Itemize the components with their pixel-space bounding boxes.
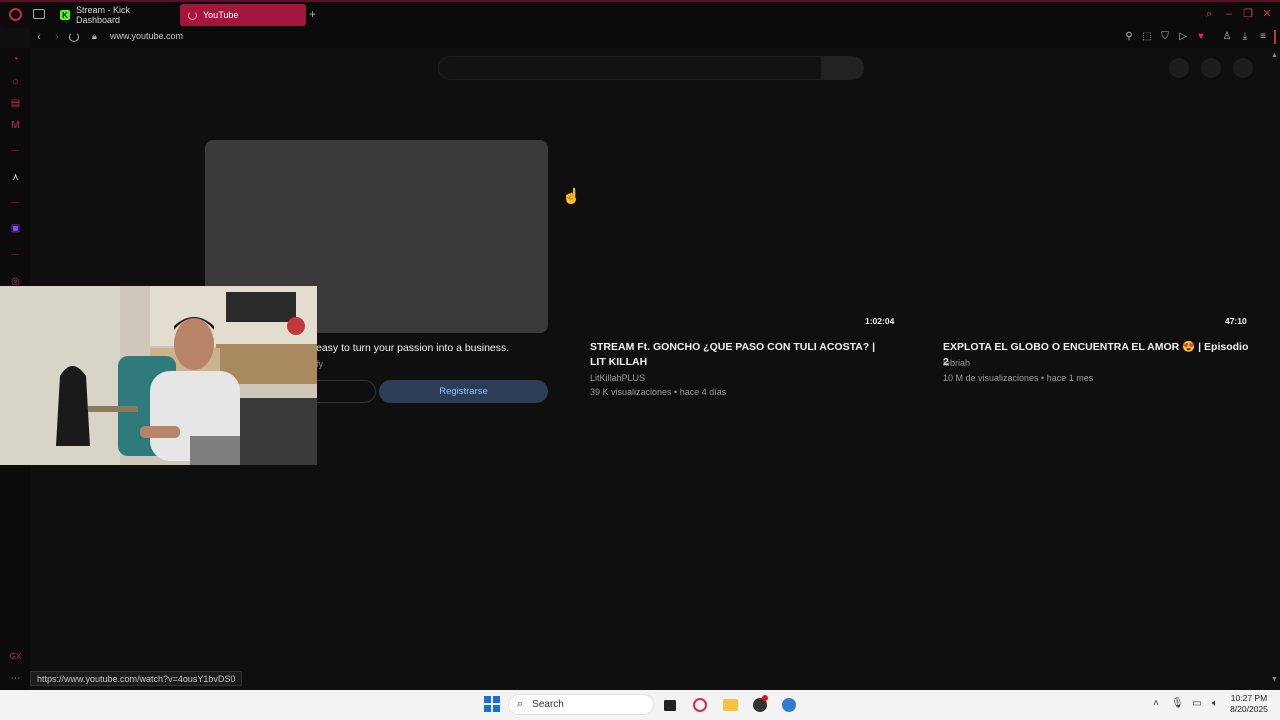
tab-youtube[interactable]: YouTube bbox=[180, 4, 306, 26]
profile-icon[interactable]: ♙ bbox=[1221, 30, 1233, 44]
restore-icon[interactable]: ❐ bbox=[1242, 8, 1254, 20]
url-field[interactable]: www.youtube.com bbox=[110, 31, 183, 41]
taskbar-search[interactable]: ⌕ Search bbox=[508, 694, 654, 715]
video-meta: 10 M de visualizaciones • hace 1 mes bbox=[943, 373, 1094, 383]
status-url-tooltip: https://www.youtube.com/watch?v=4ousY1bv… bbox=[30, 671, 243, 686]
video-title[interactable]: EXPLOTA EL GLOBO O ENCUENTRA EL AMOR 😍 |… bbox=[943, 340, 1253, 370]
opera-logo-icon[interactable] bbox=[9, 8, 22, 21]
video-title[interactable]: STREAM Ft. GONCHO ¿QUE PASO CON TULI ACO… bbox=[590, 340, 890, 370]
menu-icon[interactable]: ≡ bbox=[1257, 30, 1269, 44]
scroll-down-icon[interactable]: ▼ bbox=[1271, 676, 1278, 683]
aria-icon[interactable]: ◔ bbox=[9, 53, 22, 66]
windows-start-icon[interactable] bbox=[484, 696, 500, 712]
channel-name[interactable]: lebriah bbox=[943, 358, 970, 368]
messenger-icon[interactable]: ▤ bbox=[9, 97, 22, 110]
webcam-feed-image bbox=[0, 286, 317, 465]
taskbar-clock[interactable]: 10:27 PM 8/20/2025 bbox=[1226, 693, 1272, 715]
bag-icon[interactable]: ⌂ bbox=[9, 75, 22, 88]
volume-icon[interactable]: 🔈︎ bbox=[1209, 698, 1221, 709]
register-button[interactable]: Registrarse bbox=[379, 380, 548, 403]
hand-cursor-icon: ☝ bbox=[562, 188, 581, 205]
search-icon: ⌕ bbox=[517, 698, 524, 710]
tray-chevron-icon[interactable]: ˄ bbox=[1150, 698, 1162, 709]
reload-loading-icon[interactable] bbox=[69, 32, 79, 42]
tab-label: Stream - Kick Dashboard bbox=[75, 5, 130, 25]
avatar[interactable] bbox=[1233, 58, 1253, 78]
network-icon[interactable]: ▭ bbox=[1191, 698, 1203, 709]
sidebar-separator bbox=[11, 254, 19, 255]
create-icon[interactable] bbox=[1169, 58, 1189, 78]
tab-label: YouTube bbox=[203, 10, 239, 20]
notifications-icon[interactable] bbox=[1201, 58, 1221, 78]
kick-sidebar-icon[interactable]: ⋏ bbox=[9, 171, 22, 184]
microphone-icon[interactable]: 🎙︎ bbox=[1171, 698, 1184, 709]
duration-badge: 1:02:04 bbox=[865, 316, 895, 326]
lock-icon[interactable]: 🔒︎ bbox=[92, 31, 97, 42]
app-icon[interactable] bbox=[781, 697, 797, 713]
back-icon[interactable]: ‹ bbox=[33, 30, 45, 44]
video-thumbnail[interactable] bbox=[590, 140, 896, 332]
video-meta: 39 K visualizaciones • hace 4 días bbox=[590, 387, 727, 397]
pin-icon[interactable]: ⚲ bbox=[1123, 30, 1135, 44]
more-icon[interactable]: ⋯ bbox=[9, 672, 22, 685]
sidebar-edge bbox=[1274, 30, 1276, 44]
loading-spinner-icon bbox=[188, 10, 197, 20]
new-tab-icon[interactable]: + bbox=[309, 8, 319, 20]
scrollbar[interactable]: ▲ ▼ bbox=[1268, 48, 1280, 690]
sidebar-separator bbox=[11, 202, 19, 203]
clock-time: 10:27 PM bbox=[1230, 693, 1268, 703]
close-icon[interactable]: ✕ bbox=[1261, 8, 1273, 20]
address-bar bbox=[30, 28, 1280, 48]
clock-date: 8/20/2025 bbox=[1230, 704, 1268, 714]
ad-sponsor: fy bbox=[316, 359, 324, 369]
taskbar-search-label: Search bbox=[532, 699, 564, 710]
gmail-icon[interactable]: M bbox=[9, 119, 22, 132]
sidebar-separator bbox=[11, 150, 19, 151]
channel-name[interactable]: LitKillahPLUS bbox=[590, 373, 645, 383]
youtube-search-input[interactable] bbox=[438, 56, 822, 80]
shield-icon[interactable]: ⛉ bbox=[1159, 30, 1171, 44]
play-icon[interactable]: ▷ bbox=[1177, 30, 1189, 44]
duration-badge: 47:10 bbox=[1225, 316, 1247, 326]
download-icon[interactable]: ⤓ bbox=[1239, 30, 1251, 44]
task-view-icon[interactable] bbox=[662, 697, 678, 713]
youtube-search-button[interactable] bbox=[822, 56, 864, 80]
search-tabs-icon[interactable]: ⌕ bbox=[1203, 8, 1215, 20]
forward-icon[interactable]: › bbox=[51, 30, 63, 44]
file-explorer-icon[interactable] bbox=[722, 697, 738, 713]
scroll-up-icon[interactable]: ▲ bbox=[1271, 52, 1278, 59]
gx-icon[interactable]: GX bbox=[9, 650, 22, 663]
kick-icon: K bbox=[60, 10, 70, 20]
snapshot-icon[interactable]: ⬚ bbox=[1141, 30, 1153, 44]
workspaces-icon[interactable] bbox=[33, 9, 45, 19]
opera-taskbar-icon[interactable] bbox=[692, 697, 708, 713]
tab-kick-dashboard[interactable]: K Stream - Kick Dashboard bbox=[52, 4, 176, 26]
heart-icon[interactable]: ♥ bbox=[1195, 30, 1207, 44]
notification-dot bbox=[762, 695, 768, 701]
webcam-overlay bbox=[0, 286, 317, 465]
ad-title[interactable]: easy to turn your passion into a busines… bbox=[316, 342, 509, 354]
video-thumbnail[interactable] bbox=[943, 140, 1249, 332]
twitch-icon[interactable]: ▣ bbox=[9, 222, 22, 235]
minimize-icon[interactable]: – bbox=[1223, 8, 1235, 20]
